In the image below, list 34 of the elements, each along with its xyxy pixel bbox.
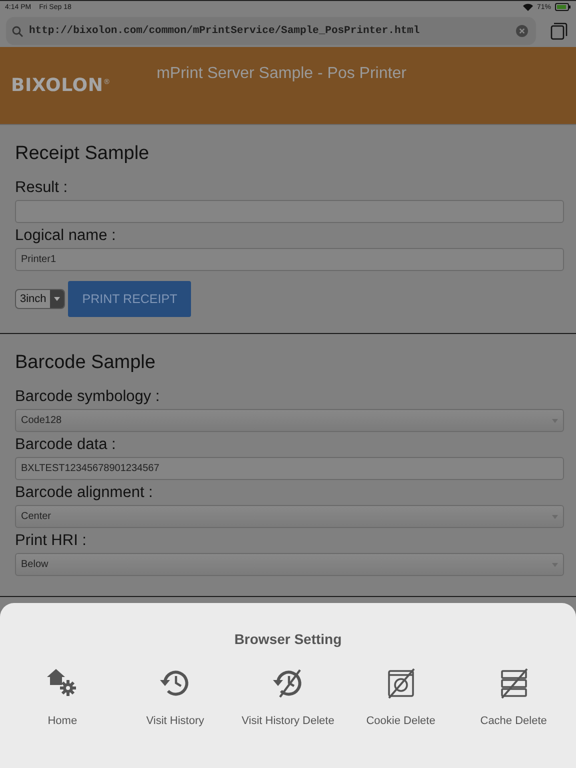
field-label: Barcode symbology :	[15, 388, 161, 406]
section-title: Barcode Sample	[15, 352, 156, 374]
url-text: http://bixolon.com/common/mPrintService/Sample_PosPrinter.html	[29, 25, 421, 37]
size-dropdown[interactable]: 3inch	[15, 289, 66, 309]
section-title: Receipt Sample	[15, 143, 150, 165]
sheet-title: Browser Setting	[233, 631, 343, 647]
sheet-item[interactable]: Visit History Delete	[232, 667, 344, 727]
sheet-item[interactable]: Visit History	[119, 667, 232, 727]
wifi-icon	[522, 3, 533, 11]
input-field[interactable]: BXLTEST12345678901234567	[15, 457, 564, 480]
battery-icon	[555, 3, 571, 11]
field-label: Print HRI :	[15, 532, 88, 550]
field-label: Barcode data :	[15, 436, 117, 454]
field-label: Barcode alignment :	[15, 484, 154, 502]
history-crossed-out-icon	[272, 667, 304, 699]
input-field[interactable]	[15, 200, 564, 223]
clear-icon[interactable]	[516, 25, 528, 37]
input-field[interactable]: Printer1	[15, 248, 564, 271]
sheet-item[interactable]: Cache Delete	[458, 667, 570, 727]
print-receipt-button[interactable]: PRINT RECEIPT	[68, 281, 192, 317]
dropdown-arrow-icon	[54, 297, 60, 301]
sheet-item[interactable]: Cookie Delete	[344, 667, 457, 727]
search-icon	[12, 26, 23, 36]
dropdown[interactable]: Center	[15, 505, 564, 528]
sheet-item[interactable]: Home	[6, 667, 118, 727]
field-label: Result :	[15, 179, 69, 197]
home-gear-icon	[46, 667, 78, 699]
address-bar[interactable]: http://bixolon.com/common/mPrintService/Sample_PosPrinter.html	[6, 17, 536, 45]
dropdown[interactable]: Code128	[15, 409, 564, 432]
page-title: mPrint Server Sample - Pos Printer	[156, 65, 406, 83]
dropdown[interactable]: Below	[15, 553, 564, 576]
field-label: Logical name :	[15, 227, 117, 245]
logo: BIXOLON$^{®}$	[11, 75, 111, 96]
tabs-icon[interactable]	[550, 22, 568, 40]
